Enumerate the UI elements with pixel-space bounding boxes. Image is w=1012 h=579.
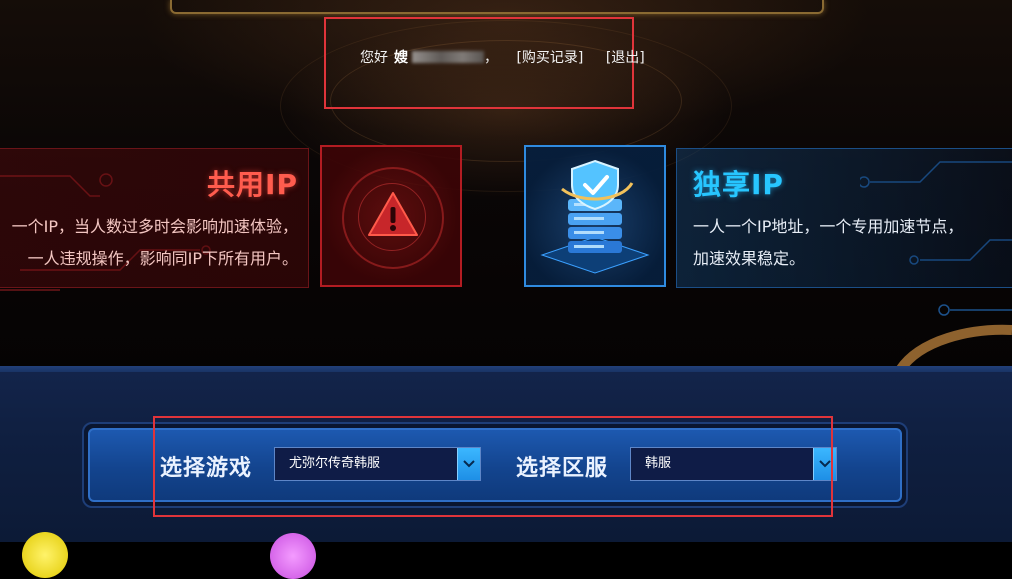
exclusive-ip-line1: 一人一个IP地址，一个专用加速节点， (693, 217, 964, 236)
warning-triangle-icon (368, 192, 418, 236)
user-greeting: 您好嫂 ， [购买记录] [退出] (360, 47, 645, 67)
greeting-text: 您好 (360, 50, 388, 66)
shared-ip-description: 一个IP，当人数过多时会影响加速体验， 一人违规操作，影响同IP下所有用户。 (12, 211, 298, 275)
exclusive-ip-line2: 加速效果稳定。 (693, 249, 806, 268)
exclusive-ip-description: 一人一个IP地址，一个专用加速节点， 加速效果稳定。 (693, 211, 963, 275)
purple-orb-decoration (270, 533, 316, 579)
username-blur (412, 51, 484, 63)
purchase-history-link[interactable]: [购买记录] (516, 50, 583, 66)
highlight-box-selector (153, 416, 833, 517)
username: 嫂 (394, 50, 408, 66)
shared-ip-line2: 一人违规操作，影响同IP下所有用户。 (27, 249, 298, 268)
shared-ip-icon-box (320, 145, 462, 287)
exclusive-ip-title: 独享IP (693, 168, 784, 201)
exclusive-ip-card: 独享IP 一人一个IP地址，一个专用加速节点， 加速效果稳定。 (676, 148, 1012, 288)
comma: ， (484, 50, 498, 66)
top-frame-decoration (170, 0, 824, 14)
shared-ip-line1: 一个IP，当人数过多时会影响加速体验， (11, 217, 298, 236)
shared-ip-card: 共用IP 一个IP，当人数过多时会影响加速体验， 一人违规操作，影响同IP下所有… (0, 148, 309, 288)
yellow-orb-decoration (22, 532, 68, 578)
logout-link[interactable]: [退出] (606, 50, 645, 66)
server-shield-icon (540, 159, 650, 274)
shared-ip-title: 共用IP (207, 168, 298, 201)
exclusive-ip-icon-box (524, 145, 666, 287)
